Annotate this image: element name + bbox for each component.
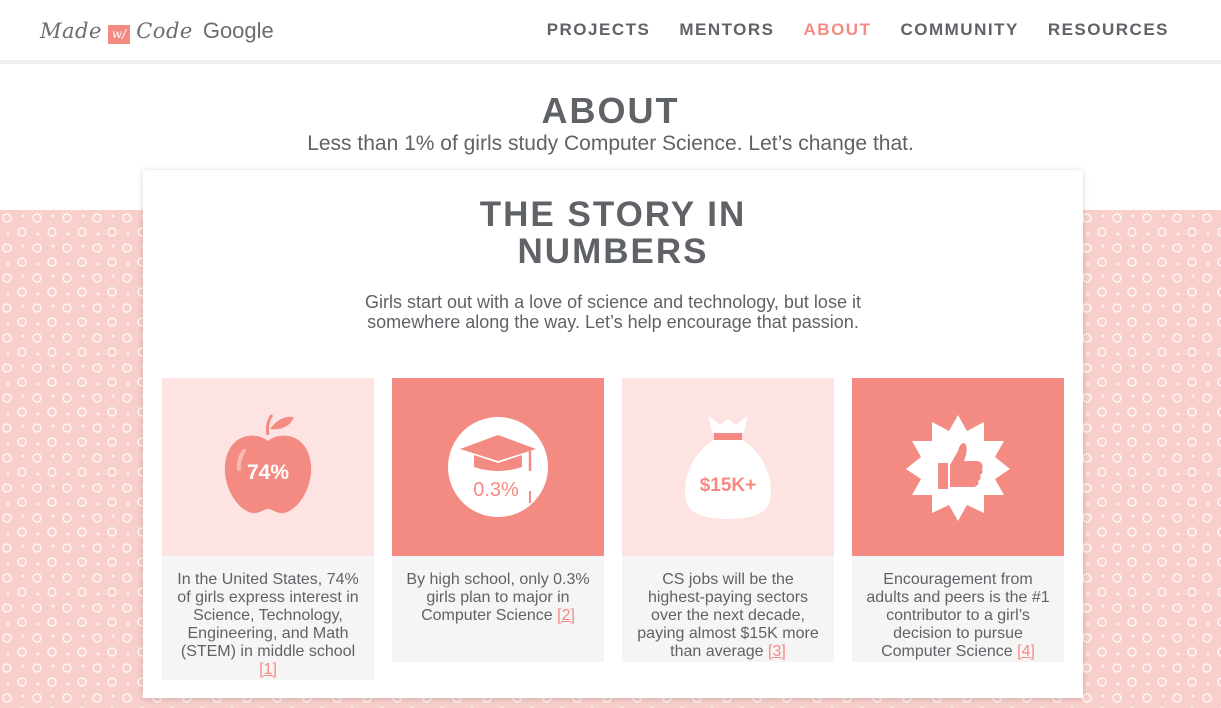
citation-link-3[interactable]: [3] xyxy=(768,643,786,660)
stat-tile-caption: CS jobs will be the highest-paying secto… xyxy=(622,556,834,662)
nav-item-community[interactable]: COMMUNITY xyxy=(900,20,1018,40)
citation-link-2[interactable]: [2] xyxy=(557,607,575,624)
stat-tile-encouragement: Encouragement from adults and peers is t… xyxy=(852,378,1064,662)
stat-tile-image xyxy=(852,378,1064,556)
citation-link-1[interactable]: [1] xyxy=(259,661,277,678)
stat-value: 74% xyxy=(247,461,289,484)
header-divider xyxy=(0,60,1221,64)
stat-tile-stem-interest: 74% In the United States, 74% of girls e… xyxy=(162,378,374,680)
stat-tile-salary: $15K+ CS jobs will be the highest-paying… xyxy=(622,378,834,662)
stat-tile-caption: In the United States, 74% of girls expre… xyxy=(162,556,374,680)
apple-icon: 74% xyxy=(224,414,312,514)
stat-caption-text: In the United States, 74% of girls expre… xyxy=(177,571,359,660)
page-title: ABOUT xyxy=(541,90,680,131)
story-title-line-1: THE STORY IN xyxy=(479,195,747,234)
story-description: Girls start out with a love of science a… xyxy=(365,292,861,332)
logo-with-badge: w/ xyxy=(107,24,131,44)
stat-value: $15K+ xyxy=(700,475,757,496)
graduation-cap-icon: 0.3% xyxy=(448,417,548,517)
stat-caption-text: CS jobs will be the highest-paying secto… xyxy=(637,571,819,660)
stat-tile-image: 0.3% xyxy=(392,378,604,556)
main-nav: PROJECTS MENTORS ABOUT COMMUNITY RESOURC… xyxy=(518,20,1169,40)
stat-tile-cs-major: 0.3% By high school, only 0.3% girls pla… xyxy=(392,378,604,662)
thumbs-up-badge-icon xyxy=(906,415,1010,521)
nav-item-projects[interactable]: PROJECTS xyxy=(547,20,651,40)
top-navigation-bar: Made w/ Code Google PROJECTS MENTORS ABO… xyxy=(0,0,1221,60)
citation-link-4[interactable]: [4] xyxy=(1017,643,1035,660)
logo-google-text: Google xyxy=(202,18,274,43)
stat-tile-caption: By high school, only 0.3% girls plan to … xyxy=(392,556,604,662)
money-bag-icon: $15K+ xyxy=(685,415,771,519)
stat-tile-image: $15K+ xyxy=(622,378,834,556)
stat-tile-caption: Encouragement from adults and peers is t… xyxy=(852,556,1064,662)
nav-item-about[interactable]: ABOUT xyxy=(804,20,872,40)
story-title: THE STORY IN NUMBERS xyxy=(143,196,1083,270)
made-with-code-logo[interactable]: Made w/ Code Google xyxy=(40,14,274,48)
stat-value: 0.3% xyxy=(473,479,519,501)
page-subtitle: Less than 1% of girls study Computer Sci… xyxy=(307,132,914,155)
logo-made-text: Made xyxy=(40,19,102,43)
stat-tile-image: 74% xyxy=(162,378,374,556)
nav-item-resources[interactable]: RESOURCES xyxy=(1048,20,1169,40)
story-title-line-2: NUMBERS xyxy=(517,232,709,271)
nav-item-mentors[interactable]: MENTORS xyxy=(679,20,774,40)
story-card: THE STORY IN NUMBERS Girls start out wit… xyxy=(143,170,1083,698)
logo-code-text: Code xyxy=(136,19,193,43)
